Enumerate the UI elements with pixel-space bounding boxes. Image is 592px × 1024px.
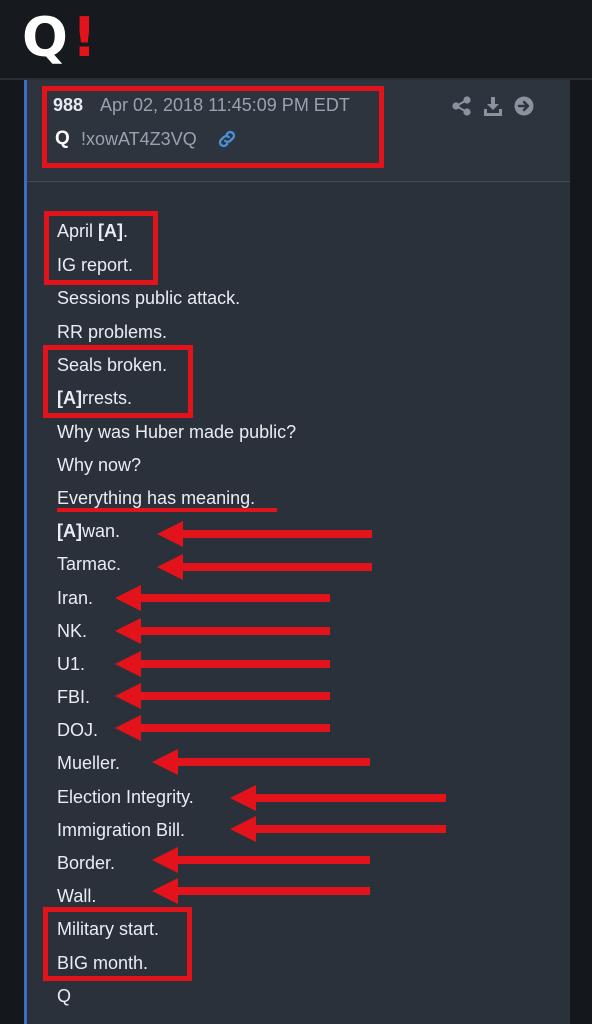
- red-arrow: [152, 878, 370, 904]
- red-arrow: [115, 618, 330, 644]
- red-arrow: [230, 785, 446, 811]
- red-arrow: [115, 651, 330, 677]
- red-arrow: [157, 554, 372, 580]
- annotation-arrows: [115, 521, 446, 904]
- red-arrow: [115, 585, 330, 611]
- red-arrow: [115, 715, 330, 741]
- red-arrow: [152, 847, 370, 873]
- red-arrow: [230, 816, 446, 842]
- red-arrow: [157, 521, 372, 547]
- red-arrow: [152, 749, 370, 775]
- red-arrow: [115, 683, 330, 709]
